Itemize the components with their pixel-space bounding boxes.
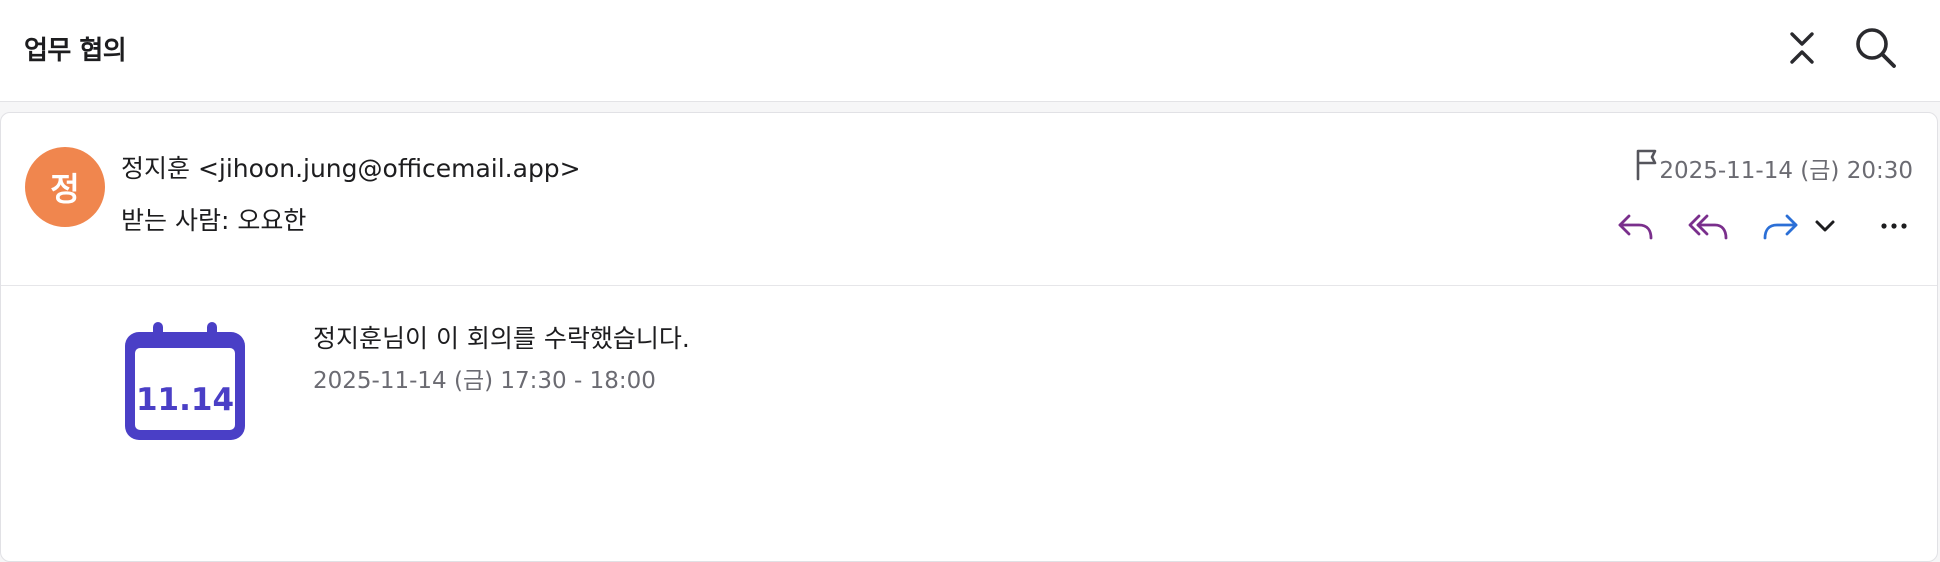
recipients: 받는 사람: 오요한 — [121, 206, 307, 235]
received-date: 2025-11-14 (금) 20:30 — [1659, 158, 1913, 184]
forward-icon[interactable] — [1757, 203, 1803, 249]
sender[interactable]: 정지훈 <jihoon.jung@officemail.app> — [121, 149, 581, 185]
search-icon[interactable] — [1852, 24, 1900, 72]
reply-all-icon[interactable] — [1685, 203, 1731, 249]
event-status: 정지훈님이 이 회의를 수락했습니다. — [313, 324, 690, 353]
divider — [1, 285, 1937, 286]
calendar-icon: 11.14 — [125, 322, 245, 440]
calendar-date: 11.14 — [136, 382, 234, 418]
chevron-down-icon[interactable] — [1805, 203, 1845, 249]
more-icon[interactable] — [1871, 203, 1917, 249]
conversation-subject: 업무 협의 — [24, 36, 127, 66]
event-time: 2025-11-14 (금) 17:30 - 18:00 — [313, 368, 656, 394]
reply-icon[interactable] — [1613, 203, 1659, 249]
message-card: 정 정지훈 <jihoon.jung@officemail.app> 받는 사람… — [0, 112, 1938, 562]
collapse-icon[interactable] — [1778, 24, 1826, 72]
conversation-header: 업무 협의 — [0, 0, 1940, 102]
avatar: 정 — [25, 147, 105, 227]
